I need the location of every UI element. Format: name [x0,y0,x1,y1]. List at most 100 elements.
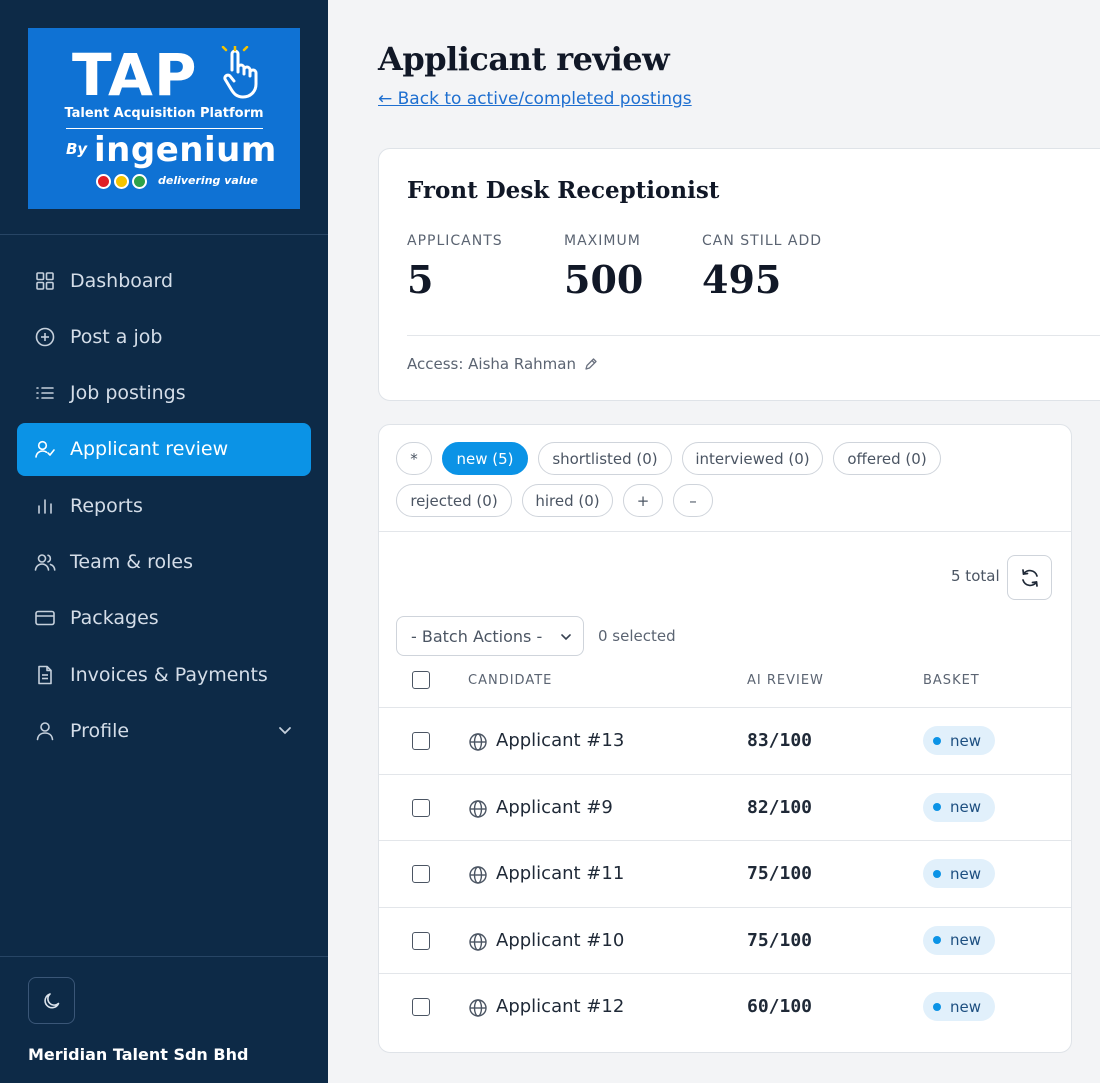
logo-tagline: delivering value [158,174,258,187]
page-title: Applicant review [378,40,670,78]
basket-label: new [950,864,982,883]
stat-value: 5 [407,257,434,302]
sidebar-item-label: Packages [70,607,159,630]
sidebar-divider [0,234,328,235]
sidebar-item-label: Job postings [70,382,186,405]
sidebar-item-profile[interactable]: Profile [17,704,311,757]
basket-label: new [950,997,982,1016]
table-row[interactable]: Applicant #11 75/100 new [379,841,1071,908]
logo-title: TAP [72,41,198,109]
stat-label: APPLICANTS [407,233,503,249]
candidate-name[interactable]: Applicant #13 [496,730,624,751]
logo-subtitle: Talent Acquisition Platform [64,106,264,121]
logo-brand: ingenium [94,130,277,170]
basket-badge: new [923,726,996,755]
sidebar-item-job-postings[interactable]: Job postings [17,367,311,420]
chip-hired[interactable]: hired (0) [522,484,613,517]
access-info: Access: Aisha Rahman [407,355,598,373]
sidebar-item-label: Reports [70,494,143,517]
table-row[interactable]: Applicant #13 83/100 new [379,708,1071,775]
status-dot [933,869,941,878]
chip-interviewed[interactable]: interviewed (0) [682,442,823,475]
theme-toggle-button[interactable] [28,977,75,1024]
chevron-down-icon [561,634,571,641]
access-text: Access: Aisha Rahman [407,355,576,373]
table-row[interactable]: Applicant #12 60/100 new [379,974,1071,1041]
batch-actions-select[interactable]: - Batch Actions - [396,616,584,656]
chips-divider [379,531,1071,532]
stat-value: 500 [564,257,644,302]
candidate-name[interactable]: Applicant #10 [496,930,624,951]
sidebar-item-invoices[interactable]: Invoices & Payments [17,648,311,701]
stat-label: CAN STILL ADD [702,233,823,249]
stat-maximum: MAXIMUM 500 [564,233,643,302]
basket-badge: new [923,792,996,822]
sidebar-item-applicant-review[interactable]: Applicant review [17,422,311,476]
row-checkbox[interactable] [412,865,430,884]
card-icon [35,610,55,626]
basket-badge: new [923,992,996,1022]
moon-icon [43,992,59,1008]
document-icon [38,665,52,684]
sidebar-item-dashboard[interactable]: Dashboard [17,254,311,307]
status-dot [933,1002,941,1011]
sidebar-item-packages[interactable]: Packages [17,592,311,645]
refresh-button[interactable] [1007,555,1052,600]
candidate-name[interactable]: Applicant #11 [496,863,624,884]
row-checkbox[interactable] [412,798,430,817]
job-summary-card: Front Desk Receptionist APPLICANTS 5 MAX… [378,148,1100,401]
user-icon [36,722,54,741]
list-icon [36,387,54,399]
bar-chart-icon [38,498,52,514]
chip-shortlisted[interactable]: shortlisted (0) [538,442,672,475]
sidebar-nav: Dashboard Post a job Job postings Applic… [17,254,311,761]
ai-score: 75/100 [747,863,813,885]
status-dot [933,936,941,945]
column-header-ai-review[interactable]: AI REVIEW [747,673,824,688]
candidate-name[interactable]: Applicant #9 [496,797,613,818]
select-all-checkbox[interactable] [412,671,430,689]
back-to-postings-link[interactable]: ← Back to active/completed postings [378,89,692,109]
selected-count: 0 selected [598,627,676,645]
pointer-hand-icon [221,46,258,99]
chip-offered[interactable]: offered (0) [833,442,941,475]
logo-by: By [66,140,88,158]
logo-divider [66,128,263,129]
main-content: Applicant review ← Back to active/comple… [328,0,1100,1083]
column-header-basket[interactable]: BASKET [923,673,980,688]
stat-value: 495 [702,257,782,302]
column-header-candidate[interactable]: CANDIDATE [468,673,552,688]
sidebar-item-reports[interactable]: Reports [17,479,311,532]
table-row[interactable]: Applicant #10 75/100 new [379,908,1071,975]
row-checkbox[interactable] [412,998,430,1017]
sidebar-item-label: Applicant review [70,438,229,461]
add-basket-button[interactable]: + [623,484,663,517]
row-checkbox[interactable] [412,931,430,950]
card-divider [407,335,1100,336]
green-dot [132,174,147,189]
ai-score: 82/100 [747,796,813,818]
sidebar-item-label: Invoices & Payments [70,663,268,686]
basket-label: new [950,931,982,950]
globe-icon [469,799,487,818]
sidebar-item-post-job[interactable]: Post a job [17,310,311,363]
stat-label: MAXIMUM [564,233,641,249]
globe-icon [469,999,487,1018]
users-icon [34,554,56,571]
user-check-icon [35,441,55,459]
sidebar-item-team-roles[interactable]: Team & roles [17,535,311,588]
basket-label: new [950,731,982,750]
company-name: Meridian Talent Sdn Bhd [28,1045,249,1064]
chip-all[interactable]: * [396,442,432,475]
candidate-name[interactable]: Applicant #12 [496,996,624,1017]
row-checkbox[interactable] [412,732,430,750]
remove-basket-button[interactable]: – [673,484,713,517]
chip-new[interactable]: new (5) [442,442,528,475]
basket-badge: new [923,925,996,955]
tap-logo[interactable]: TAP Talent Acquisition Platform By ingen… [28,28,300,209]
pencil-icon[interactable] [584,357,598,371]
chevron-down-icon[interactable] [277,722,293,738]
globe-icon [469,933,487,951]
table-row[interactable]: Applicant #9 82/100 new [379,775,1071,842]
chip-rejected[interactable]: rejected (0) [396,484,512,517]
